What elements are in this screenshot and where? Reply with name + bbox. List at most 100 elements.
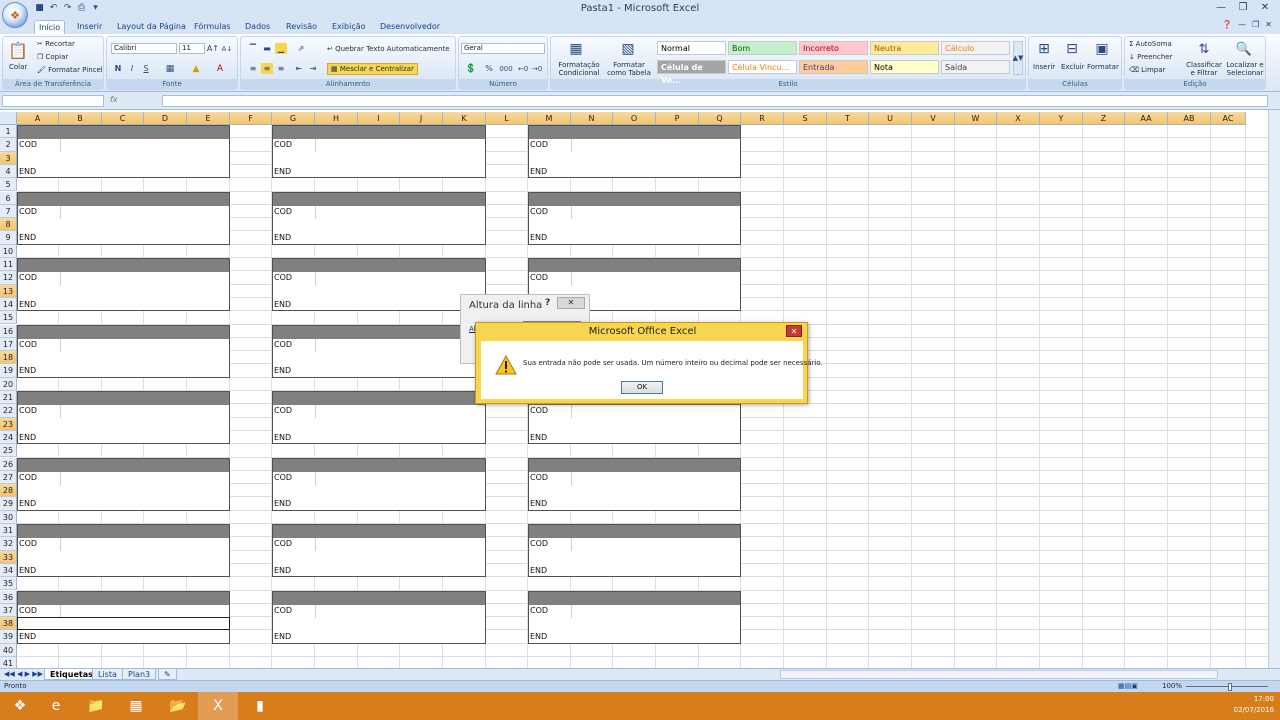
align-top-icon[interactable]: ▔ [247, 43, 259, 54]
decrease-indent-icon[interactable]: ⇤ [293, 63, 305, 74]
column-header[interactable]: H [315, 112, 358, 125]
row-header[interactable]: 4 [0, 164, 17, 179]
sheet-nav-icon[interactable]: ◀◀ ◀ ▶ ▶▶ [4, 670, 43, 678]
ribbon-restore-icon[interactable]: ❐ [1252, 20, 1259, 29]
alert-close-icon[interactable]: ✕ [786, 325, 802, 337]
label-block[interactable]: COD END [272, 391, 486, 445]
paste-button[interactable]: Colar [9, 63, 27, 71]
row-header[interactable]: 19 [0, 364, 17, 378]
merge-center-button[interactable]: ▦ Mesclar e Centralizar [327, 63, 418, 75]
align-center-icon[interactable]: ≡ [261, 63, 273, 74]
label-block[interactable]: COD END [528, 191, 741, 245]
font-family-select[interactable]: Calibri [111, 43, 177, 54]
row-header[interactable]: 6 [0, 191, 17, 205]
row-header[interactable]: 1 [0, 125, 17, 139]
row-header[interactable]: 27 [0, 470, 17, 485]
align-right-icon[interactable]: ≡ [275, 63, 287, 74]
label-block[interactable]: COD END [17, 524, 230, 578]
column-header[interactable]: Y [1040, 112, 1083, 125]
conditional-format-icon[interactable]: ▦ [565, 39, 587, 59]
column-header[interactable]: N [571, 112, 613, 125]
percent-button[interactable]: % [483, 63, 495, 74]
delete-cells-icon[interactable]: ⊟ [1061, 39, 1083, 59]
column-header[interactable]: V [912, 112, 955, 125]
row-header[interactable]: 14 [0, 297, 17, 312]
row-header[interactable]: 35 [0, 577, 17, 591]
select-all-corner[interactable] [0, 112, 17, 125]
shrink-font-icon[interactable]: A↓ [221, 43, 233, 54]
column-header[interactable]: U [869, 112, 912, 125]
column-header[interactable]: Q [699, 112, 741, 125]
minimize-icon[interactable]: — [1210, 0, 1232, 16]
column-header[interactable]: L [486, 112, 528, 125]
tab-dados[interactable]: Dados [241, 20, 274, 34]
copy-button[interactable]: ❐ Copiar [37, 53, 68, 61]
row-header[interactable]: 17 [0, 337, 17, 352]
row-header[interactable]: 37 [0, 603, 17, 618]
label-block[interactable]: COD END [272, 191, 486, 245]
clear-button[interactable]: ⌫ Limpar [1129, 66, 1165, 74]
bold-button[interactable]: N [113, 63, 123, 74]
find-select-button[interactable]: Localizar e Selecionar [1223, 61, 1267, 77]
row-header[interactable]: 20 [0, 377, 17, 391]
row-header[interactable]: 32 [0, 537, 17, 551]
column-header[interactable]: T [827, 112, 869, 125]
vertical-scrollbar[interactable] [1268, 110, 1280, 668]
column-header[interactable]: S [784, 112, 827, 125]
label-block[interactable]: COD END [17, 324, 230, 378]
column-header[interactable]: AB [1168, 112, 1211, 125]
column-header[interactable]: AC [1211, 112, 1246, 125]
column-header[interactable]: Z [1083, 112, 1125, 125]
row-header[interactable]: 13 [0, 284, 17, 298]
label-block[interactable]: COD END [272, 457, 486, 511]
row-height-close-icon[interactable]: ✕ [557, 297, 585, 309]
label-block[interactable]: COD END [528, 457, 741, 511]
row-height-help-icon[interactable]: ? [545, 298, 550, 308]
number-format-select[interactable]: Geral [461, 43, 545, 54]
zoom-slider[interactable] [1186, 686, 1268, 687]
formula-input[interactable] [162, 95, 1268, 107]
underline-button[interactable]: S [141, 63, 151, 74]
label-block[interactable]: COD END [17, 457, 230, 511]
align-bottom-icon[interactable]: ▁ [275, 43, 287, 54]
ribbon-minimize-icon[interactable]: — [1238, 20, 1246, 29]
column-header[interactable]: F [230, 112, 272, 125]
column-header[interactable]: K [443, 112, 486, 125]
format-cells-button[interactable]: Formatar [1087, 63, 1119, 71]
windows-start-icon[interactable]: ❖ [0, 692, 40, 720]
insert-cells-icon[interactable]: ⊞ [1033, 39, 1055, 59]
align-middle-icon[interactable]: ▬ [261, 43, 273, 54]
row-header[interactable]: 11 [0, 258, 17, 272]
column-header[interactable]: C [102, 112, 144, 125]
active-cell-selection[interactable] [17, 617, 230, 631]
cut-button[interactable]: ✂ Recortar [37, 40, 75, 48]
label-block[interactable]: COD END [17, 125, 230, 179]
insert-cells-button[interactable]: Inserir [1033, 63, 1055, 71]
close-icon[interactable]: ✕ [1254, 0, 1276, 16]
sheet-tab-etiquetas[interactable]: Etiquetas [44, 669, 99, 680]
row-header[interactable]: 12 [0, 271, 17, 285]
cell-style-item[interactable]: Célula de Ve... [657, 60, 726, 85]
font-size-select[interactable]: 11 [179, 43, 205, 54]
column-header[interactable]: B [59, 112, 102, 125]
row-header[interactable]: 24 [0, 430, 17, 445]
label-block[interactable]: COD END [528, 125, 741, 179]
format-painter-button[interactable]: 🖌 Formatar Pincel [37, 66, 103, 74]
label-block[interactable]: COD END [272, 258, 486, 312]
row-header[interactable]: 8 [0, 218, 17, 232]
sheet-tab-plan3[interactable]: Plan3 [122, 669, 157, 680]
autosum-button[interactable]: Σ AutoSoma [1129, 40, 1172, 48]
row-header[interactable]: 16 [0, 324, 17, 338]
label-block[interactable]: COD END [17, 191, 230, 245]
cell-style-item[interactable]: Neutra [870, 41, 939, 55]
column-header[interactable]: I [358, 112, 400, 125]
ribbon-close-icon[interactable]: ✕ [1265, 20, 1272, 29]
horizontal-scrollbar[interactable] [780, 670, 1218, 679]
row-header[interactable]: 30 [0, 510, 17, 524]
font-color-icon[interactable]: A [213, 63, 227, 74]
tab-layout[interactable]: Layout da Página [113, 20, 190, 34]
help-icon[interactable]: ❓ [1222, 20, 1232, 29]
zoom-slider-thumb[interactable] [1228, 683, 1232, 691]
row-header[interactable]: 21 [0, 391, 17, 405]
column-header[interactable]: J [400, 112, 443, 125]
